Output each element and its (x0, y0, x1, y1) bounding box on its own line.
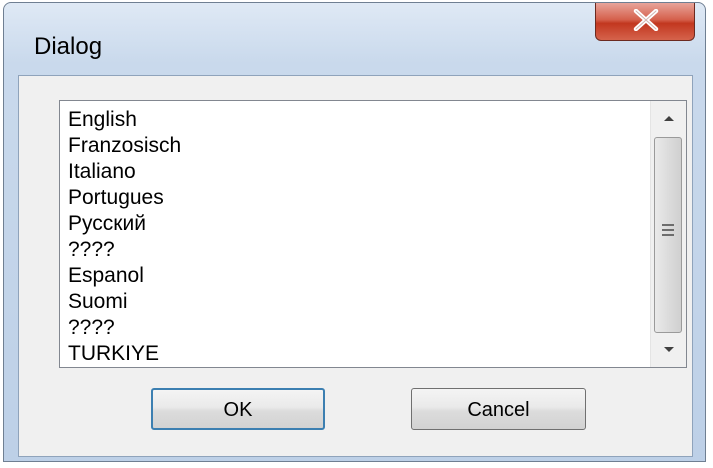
vertical-scrollbar[interactable] (650, 101, 686, 367)
list-item[interactable]: Italiano (68, 159, 638, 185)
list-item[interactable]: TURKIYE (68, 341, 638, 367)
list-item[interactable]: ???? (68, 237, 638, 263)
language-list: English Franzosisch Italiano Portugues Р… (68, 107, 638, 367)
list-item[interactable]: Suomi (68, 289, 638, 315)
dialog-window: Dialog English Franzosisch Italiano Port… (3, 2, 706, 462)
list-item[interactable]: Franzosisch (68, 133, 638, 159)
list-item[interactable]: Русский (68, 211, 638, 237)
close-x-icon (633, 9, 659, 31)
scroll-grip-icon (662, 224, 674, 238)
scroll-up-button[interactable] (651, 101, 686, 135)
window-title: Dialog (34, 33, 103, 60)
scroll-down-arrow-icon (663, 347, 674, 352)
close-button[interactable] (595, 3, 695, 41)
list-item[interactable]: Espanol (68, 263, 638, 289)
title-bar[interactable]: Dialog (4, 3, 705, 73)
list-item[interactable]: ???? (68, 315, 638, 341)
cancel-button[interactable]: Cancel (411, 388, 586, 430)
dialog-client-area: English Franzosisch Italiano Portugues Р… (18, 75, 693, 457)
list-item[interactable]: Portugues (68, 185, 638, 211)
list-item[interactable]: English (68, 107, 638, 133)
scroll-up-arrow-icon (663, 116, 674, 121)
scroll-thumb[interactable] (654, 137, 682, 333)
ok-button[interactable]: OK (151, 388, 325, 430)
scroll-down-button[interactable] (651, 333, 686, 367)
language-listbox[interactable]: English Franzosisch Italiano Portugues Р… (59, 100, 687, 368)
